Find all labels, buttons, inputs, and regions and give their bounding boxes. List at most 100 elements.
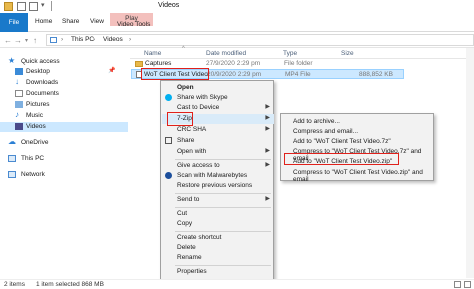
computer-icon	[50, 37, 57, 43]
sidebar-item-network[interactable]: Network	[0, 170, 128, 180]
menu-divider	[175, 193, 271, 194]
tab-share[interactable]: Share	[62, 14, 79, 32]
chevron-right-icon: ▶	[265, 196, 270, 202]
sidebar-item-videos[interactable]: Videos	[0, 122, 128, 132]
sidebar-item-pictures[interactable]: Pictures	[0, 100, 128, 110]
highlight-box	[167, 112, 193, 126]
menu-divider	[175, 207, 271, 208]
folder-icon[interactable]	[4, 2, 13, 11]
sort-caret-icon: ^	[182, 46, 185, 52]
sidebar-item-this-pc[interactable]: This PC	[0, 154, 128, 164]
file-date: 20/9/2020 2:29 pm	[207, 71, 262, 78]
skype-icon	[165, 94, 172, 101]
sidebar-item-documents[interactable]: Documents	[0, 89, 128, 99]
address-bar: ← → ▾ ↑ › This PC › Videos ›	[0, 33, 474, 48]
submenu-item-add-archive[interactable]: Add to archive...	[282, 117, 434, 127]
download-icon: ↓	[15, 77, 19, 86]
chevron-right-icon: ▶	[265, 126, 270, 132]
menu-item-crc-sha[interactable]: CRC SHA ▶	[162, 125, 274, 135]
file-type: File folder	[284, 60, 313, 67]
cloud-icon: ☁	[8, 137, 16, 146]
menu-item-rename[interactable]: Rename	[162, 253, 274, 263]
navigation-pane: ★ Quick access Desktop 📌 ↓ Downloads Doc…	[0, 49, 128, 279]
status-selection: 1 item selected 868 MB	[36, 281, 104, 288]
chevron-right-icon: ▶	[265, 162, 270, 168]
desktop-icon	[15, 68, 23, 75]
menu-item-malwarebytes[interactable]: Scan with Malwarebytes	[162, 171, 274, 181]
breadcrumb[interactable]: › This PC › Videos ›	[46, 34, 474, 46]
menu-item-delete[interactable]: Delete	[162, 243, 274, 253]
share-icon	[165, 137, 172, 144]
menu-item-copy[interactable]: Copy	[162, 219, 274, 229]
column-size[interactable]: Size	[341, 50, 354, 57]
sidebar-item-desktop[interactable]: Desktop 📌	[0, 67, 128, 77]
document-icon	[15, 90, 23, 97]
chevron-right-icon: ▶	[265, 148, 270, 154]
tab-home[interactable]: Home	[35, 14, 52, 32]
chevron-right-icon[interactable]: ›	[129, 36, 131, 43]
status-item-count: 2 items	[4, 281, 25, 288]
star-icon: ★	[8, 56, 16, 65]
chevron-right-icon: ▶	[265, 104, 270, 110]
sidebar-item-downloads[interactable]: ↓ Downloads	[0, 77, 128, 88]
forward-arrow-icon[interactable]: →	[14, 36, 22, 45]
pictures-icon	[15, 101, 23, 108]
chevron-right-icon[interactable]: ›	[93, 36, 95, 43]
context-menu: Open Share with Skype Cast to Device ▶ 7…	[160, 80, 274, 280]
pin-icon[interactable]: 📌	[108, 67, 115, 74]
divider	[51, 1, 52, 11]
menu-item-open-with[interactable]: Open with ▶	[162, 147, 274, 157]
sidebar-item-onedrive[interactable]: ☁ OneDrive	[0, 137, 128, 148]
video-icon	[15, 123, 23, 130]
column-date[interactable]: Date modified	[206, 50, 246, 57]
file-date: 27/9/2020 2:29 pm	[206, 60, 261, 67]
chevron-right-icon: ▶	[265, 115, 270, 121]
menu-item-give-access[interactable]: Give access to ▶	[162, 161, 274, 171]
new-folder-icon[interactable]	[29, 2, 38, 11]
properties-icon[interactable]	[17, 2, 26, 11]
menu-item-share[interactable]: Share	[162, 136, 274, 146]
malwarebytes-icon	[165, 172, 172, 179]
menu-item-share-skype[interactable]: Share with Skype	[162, 93, 274, 103]
menu-item-create-shortcut[interactable]: Create shortcut	[162, 233, 274, 243]
file-type: MP4 File	[285, 71, 311, 78]
folder-icon	[135, 61, 143, 67]
up-arrow-icon[interactable]: ↑	[33, 36, 37, 45]
submenu-7zip: Add to archive... Compress and email... …	[280, 113, 434, 183]
menu-item-open[interactable]: Open	[162, 83, 274, 93]
sidebar-item-quick-access[interactable]: ★ Quick access	[0, 56, 128, 67]
submenu-item-compress-zip-email[interactable]: Compress to "WoT Client Test Video.zip" …	[282, 168, 434, 183]
tab-view[interactable]: View	[90, 14, 104, 32]
back-arrow-icon[interactable]: ←	[4, 36, 12, 45]
music-icon: ♪	[15, 110, 19, 119]
file-name: Captures	[145, 60, 172, 67]
tab-file[interactable]: File	[0, 13, 28, 32]
menu-item-restore[interactable]: Restore previous versions	[162, 181, 274, 191]
column-header: ^ Name Date modified Type Size	[130, 46, 474, 59]
highlight-box	[284, 153, 399, 165]
sidebar-item-music[interactable]: ♪ Music	[0, 110, 128, 121]
column-type[interactable]: Type	[283, 50, 297, 57]
menu-divider	[175, 265, 271, 266]
scrollbar[interactable]	[466, 48, 474, 278]
chevron-down-icon[interactable]: ▾	[25, 37, 28, 44]
large-icons-view-icon[interactable]	[464, 281, 471, 288]
column-name[interactable]: Name	[144, 50, 161, 57]
menu-item-cut[interactable]: Cut	[162, 209, 274, 219]
menu-divider	[175, 231, 271, 232]
status-bar: 2 items 1 item selected 868 MB	[0, 279, 474, 289]
chevron-down-icon[interactable]: ▾	[41, 1, 45, 9]
menu-item-send-to[interactable]: Send to ▶	[162, 195, 274, 205]
computer-icon	[8, 155, 16, 162]
chevron-right-icon[interactable]: ›	[61, 36, 63, 43]
submenu-item-add-7z[interactable]: Add to "WoT Client Test Video.7z"	[282, 137, 434, 147]
details-view-icon[interactable]	[454, 281, 461, 288]
highlight-box	[141, 68, 209, 80]
menu-item-properties[interactable]: Properties	[162, 267, 274, 277]
file-size: 888,852 KB	[359, 71, 393, 78]
submenu-item-compress-email[interactable]: Compress and email...	[282, 127, 434, 137]
breadcrumb-videos[interactable]: Videos	[103, 36, 123, 43]
breadcrumb-this-pc[interactable]: This PC	[71, 36, 94, 43]
network-icon	[8, 171, 16, 178]
title-bar: ▾ Videos	[0, 0, 474, 13]
